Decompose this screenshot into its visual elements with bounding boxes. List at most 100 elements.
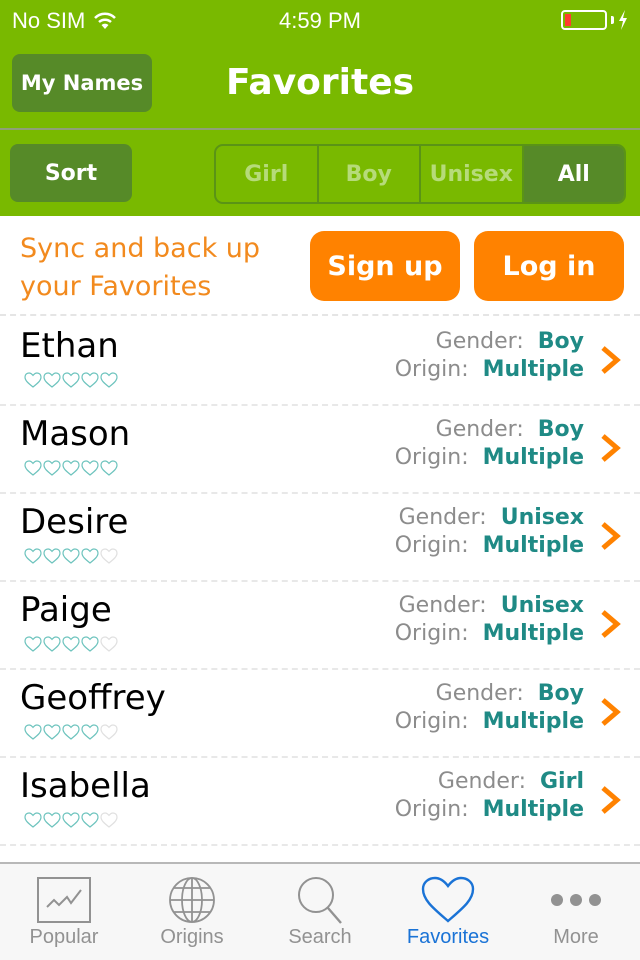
tab-popular[interactable]: Popular: [0, 864, 128, 960]
rating-heart-filled-icon: [24, 812, 42, 828]
segment-girl[interactable]: Girl: [216, 146, 319, 202]
gender-label: Gender:: [398, 505, 487, 530]
search-icon: [298, 877, 342, 924]
rating[interactable]: [24, 460, 118, 476]
rating-heart-filled-icon: [81, 548, 99, 564]
rating-heart-filled-icon: [43, 812, 61, 828]
sort-button[interactable]: Sort: [10, 144, 132, 202]
name-details: Gender: Boy Origin: Multiple: [395, 680, 584, 736]
rating-heart-filled-icon: [24, 460, 42, 476]
charging-bolt-icon: [619, 10, 627, 30]
name-details: Gender: Boy Origin: Multiple: [395, 328, 584, 384]
rating-heart-empty-icon: [100, 724, 118, 740]
origin-label: Origin:: [394, 357, 469, 382]
tab-label: Origins: [160, 926, 224, 948]
origin-label: Origin:: [394, 797, 469, 822]
tab-origins[interactable]: Origins: [128, 864, 256, 960]
name-list-item[interactable]: Mason Gender: Boy Origin: Multiple: [0, 406, 640, 494]
tab-more[interactable]: More: [512, 864, 640, 960]
origin-label: Origin:: [394, 533, 469, 558]
rating[interactable]: [24, 548, 118, 564]
rating[interactable]: [24, 372, 118, 388]
favorites-list: Ethan Gender: Boy Origin: Multiple Mason…: [0, 318, 640, 846]
origin-label: Origin:: [394, 621, 469, 646]
rating[interactable]: [24, 724, 118, 740]
next-row-peek: [20, 852, 80, 862]
rating-heart-filled-icon: [81, 636, 99, 652]
segment-all[interactable]: All: [523, 146, 624, 202]
battery-icon: [561, 10, 607, 30]
name-list-item[interactable]: Desire Gender: Unisex Origin: Multiple: [0, 494, 640, 582]
sync-banner: Sync and back up your Favorites Sign up …: [0, 216, 640, 316]
name-details: Gender: Unisex Origin: Multiple: [395, 592, 584, 648]
rating-heart-filled-icon: [43, 372, 61, 388]
gender-label: Gender:: [435, 417, 524, 442]
rating-heart-filled-icon: [81, 372, 99, 388]
segment-boy[interactable]: Boy: [319, 146, 421, 202]
log-in-button[interactable]: Log in: [474, 231, 624, 301]
rating-heart-filled-icon: [62, 724, 80, 740]
rating-heart-filled-icon: [24, 724, 42, 740]
rating-heart-filled-icon: [43, 724, 61, 740]
baby-name: Mason: [20, 414, 131, 454]
origin-value: Multiple: [482, 357, 584, 382]
rating[interactable]: [24, 636, 118, 652]
chevron-right-icon: [601, 346, 621, 374]
tab-favorites[interactable]: Favorites: [384, 864, 512, 960]
rating-heart-filled-icon: [43, 548, 61, 564]
baby-name: Geoffrey: [20, 678, 166, 718]
tab-search[interactable]: Search: [256, 864, 384, 960]
gender-filter: Girl Boy Unisex All: [214, 144, 626, 204]
name-list-item[interactable]: Geoffrey Gender: Boy Origin: Multiple: [0, 670, 640, 758]
name-list-item[interactable]: Ethan Gender: Boy Origin: Multiple: [0, 318, 640, 406]
origin-value: Multiple: [482, 445, 584, 470]
rating-heart-filled-icon: [24, 372, 42, 388]
gender-label: Gender:: [398, 593, 487, 618]
gender-value: Unisex: [500, 593, 584, 618]
origin-label: Origin:: [394, 445, 469, 470]
rating-heart-filled-icon: [62, 460, 80, 476]
rating-heart-filled-icon: [43, 460, 61, 476]
chevron-right-icon: [601, 698, 621, 726]
rating[interactable]: [24, 812, 118, 828]
filter-bar: Sort Girl Boy Unisex All: [0, 130, 640, 216]
gender-label: Gender:: [435, 681, 524, 706]
chevron-right-icon: [601, 610, 621, 638]
origin-value: Multiple: [482, 797, 584, 822]
rating-heart-filled-icon: [100, 460, 118, 476]
rating-heart-filled-icon: [62, 812, 80, 828]
rating-heart-empty-icon: [100, 812, 118, 828]
origin-value: Multiple: [482, 621, 584, 646]
clock: 4:59 PM: [279, 8, 361, 33]
name-details: Gender: Boy Origin: Multiple: [395, 416, 584, 472]
rating-heart-filled-icon: [62, 548, 80, 564]
gender-value: Boy: [537, 681, 584, 706]
baby-name: Paige: [20, 590, 112, 630]
heart-icon: [421, 876, 475, 923]
rating-heart-filled-icon: [24, 548, 42, 564]
chevron-right-icon: [601, 786, 621, 814]
baby-name: Isabella: [20, 766, 151, 806]
tab-bar: Popular Origins Search Favorites More: [0, 862, 640, 960]
rating-heart-empty-icon: [100, 636, 118, 652]
tab-label: Favorites: [406, 926, 490, 948]
sign-up-button[interactable]: Sign up: [310, 231, 460, 301]
rating-heart-filled-icon: [24, 636, 42, 652]
origin-value: Multiple: [482, 533, 584, 558]
rating-heart-filled-icon: [81, 812, 99, 828]
segment-unisex[interactable]: Unisex: [421, 146, 524, 202]
sync-message: Sync and back up your Favorites: [20, 230, 300, 306]
tab-label: Search: [288, 926, 352, 948]
more-icon: [551, 894, 601, 906]
gender-label: Gender:: [437, 769, 526, 794]
gender-value: Boy: [537, 417, 584, 442]
origin-value: Multiple: [482, 709, 584, 734]
rating-heart-filled-icon: [100, 372, 118, 388]
gender-value: Unisex: [500, 505, 584, 530]
gender-value: Boy: [537, 329, 584, 354]
name-list-item[interactable]: Paige Gender: Unisex Origin: Multiple: [0, 582, 640, 670]
rating-heart-filled-icon: [81, 724, 99, 740]
baby-name: Desire: [20, 502, 129, 542]
sync-line-1: Sync and back up: [20, 233, 261, 264]
name-list-item[interactable]: Isabella Gender: Girl Origin: Multiple: [0, 758, 640, 846]
